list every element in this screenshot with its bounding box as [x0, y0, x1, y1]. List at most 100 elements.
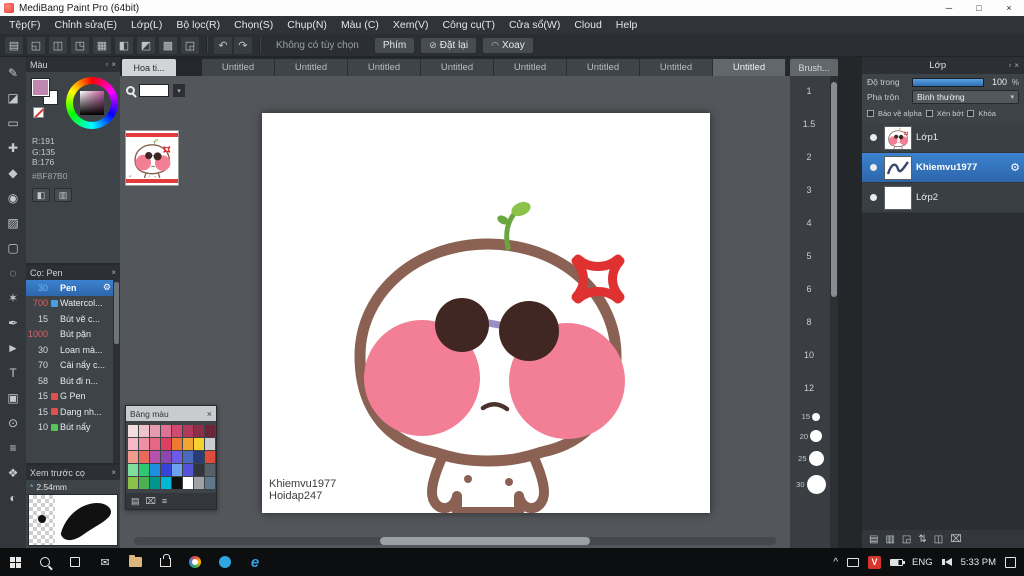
- palette-color[interactable]: [149, 425, 160, 437]
- export-icon[interactable]: ◳: [70, 35, 90, 55]
- redo-icon[interactable]: ↷: [233, 35, 253, 55]
- taskbar-search-button[interactable]: [30, 548, 60, 576]
- scrollbar-thumb[interactable]: [380, 537, 590, 545]
- tab-brush-sizes[interactable]: Brush...: [790, 59, 838, 76]
- action-center-icon[interactable]: [1005, 556, 1016, 568]
- file-explorer-button[interactable]: [120, 548, 150, 576]
- brush-size-option[interactable]: 15: [798, 412, 820, 421]
- panel-tool[interactable]: ≡: [2, 435, 24, 460]
- close-panel-icon[interactable]: ×: [111, 268, 116, 277]
- palette-color[interactable]: [127, 425, 138, 437]
- saturation-value-square[interactable]: [80, 91, 104, 115]
- palette-color[interactable]: [193, 438, 204, 450]
- color-wheel[interactable]: [66, 77, 118, 129]
- keys-button[interactable]: Phím: [373, 36, 416, 54]
- palette-color[interactable]: [160, 425, 171, 437]
- chrome-app-button[interactable]: [180, 548, 210, 576]
- clock[interactable]: 5:33 PM: [961, 557, 996, 568]
- palette-color[interactable]: [182, 451, 193, 463]
- canvas-workspace[interactable]: ▾ Khiemvu1977 Hoidap247 Bảng màu × ▤ ⌧ ≡: [120, 76, 790, 548]
- float-panel-icon[interactable]: ▫: [1008, 61, 1011, 70]
- palette-color[interactable]: [171, 477, 182, 489]
- menu-item[interactable]: Bộ lọc(R): [169, 16, 227, 34]
- delete-color-icon[interactable]: ⌧: [146, 496, 156, 507]
- brush-item[interactable]: 1000 Bút pặn: [26, 327, 120, 343]
- palette-color[interactable]: [182, 477, 193, 489]
- grid-icon[interactable]: ▦: [92, 35, 112, 55]
- layer-row[interactable]: Lớp1: [862, 123, 1024, 153]
- brush-size-option[interactable]: 20: [796, 430, 822, 442]
- battery-icon[interactable]: [890, 558, 906, 566]
- document-tab[interactable]: Untitled: [640, 59, 713, 76]
- blue-app-button[interactable]: [210, 548, 240, 576]
- palette-color[interactable]: [138, 438, 149, 450]
- open-icon[interactable]: ◱: [26, 35, 46, 55]
- document-tab[interactable]: Untitled: [494, 59, 567, 76]
- palette-color[interactable]: [204, 451, 215, 463]
- edge-app-button[interactable]: e: [240, 548, 270, 576]
- material-search-input[interactable]: [139, 84, 169, 97]
- eraser-tool[interactable]: ◪: [2, 85, 24, 110]
- palette-color[interactable]: [138, 451, 149, 463]
- gradient-tool[interactable]: ▨: [2, 210, 24, 235]
- palette-color[interactable]: [149, 438, 160, 450]
- palette-color[interactable]: [149, 464, 160, 476]
- palette-color[interactable]: [149, 451, 160, 463]
- brush-item[interactable]: 15 G Pen: [26, 389, 120, 405]
- palette-color[interactable]: [127, 451, 138, 463]
- reset-view-button[interactable]: ⊘ Đặt lại: [420, 36, 478, 54]
- menu-item[interactable]: Lớp(L): [124, 16, 169, 34]
- palette-color[interactable]: [127, 477, 138, 489]
- palette-color[interactable]: [171, 451, 182, 463]
- palette-color[interactable]: [149, 477, 160, 489]
- transparent-color-swatch[interactable]: [33, 107, 44, 118]
- canvas-horizontal-scrollbar[interactable]: [134, 537, 776, 545]
- select-tool[interactable]: ▢: [2, 235, 24, 260]
- move-layer-icon[interactable]: ⇅: [918, 534, 926, 545]
- rotate-view-button[interactable]: ◠ Xoay: [482, 36, 534, 54]
- palette-color[interactable]: [160, 438, 171, 450]
- palette-swatch-icon[interactable]: ▥: [54, 188, 72, 202]
- float-panel-icon[interactable]: ▫: [105, 60, 108, 69]
- tray-expand-icon[interactable]: ^: [833, 557, 838, 568]
- blend-mode-select[interactable]: Bình thường ▾: [912, 90, 1019, 104]
- document-tab[interactable]: Untitled: [202, 59, 275, 76]
- new-canvas-icon[interactable]: ▤: [4, 35, 24, 55]
- palette-color[interactable]: [171, 438, 182, 450]
- operation-tool[interactable]: ►: [2, 335, 24, 360]
- mirror-icon[interactable]: ◩: [136, 35, 156, 55]
- menu-item[interactable]: Chụp(N): [280, 16, 334, 34]
- frame-tool[interactable]: ▣: [2, 385, 24, 410]
- marquee-tool[interactable]: ▭: [2, 110, 24, 135]
- task-view-button[interactable]: [60, 548, 90, 576]
- palette-color[interactable]: [193, 451, 204, 463]
- pen-tool[interactable]: ✒: [2, 310, 24, 335]
- snap-icon[interactable]: ◧: [114, 35, 134, 55]
- store-app-button[interactable]: [150, 548, 180, 576]
- eyedropper-tool[interactable]: ⊙: [2, 410, 24, 435]
- lasso-tool[interactable]: ◌: [2, 260, 24, 285]
- unikey-icon[interactable]: V: [868, 555, 882, 569]
- tab-materials[interactable]: Hoa ti...: [122, 59, 176, 76]
- text-tool[interactable]: T: [2, 360, 24, 385]
- divide-tool[interactable]: ❖: [2, 460, 24, 485]
- close-panel-icon[interactable]: ×: [1014, 61, 1019, 70]
- document-tab[interactable]: Untitled: [348, 59, 421, 76]
- palette-color[interactable]: [127, 464, 138, 476]
- document-tab[interactable]: Untitled: [275, 59, 348, 76]
- brush-item[interactable]: 15 Bút vẽ c...: [26, 311, 120, 327]
- palette-color[interactable]: [204, 464, 215, 476]
- brush-tool[interactable]: ✎: [2, 60, 24, 85]
- brush-item[interactable]: 30 Loan mà...: [26, 342, 120, 358]
- layer-folder-icon[interactable]: ▥: [885, 534, 894, 545]
- menu-item[interactable]: Cửa sổ(W): [502, 16, 567, 34]
- delete-layer-icon[interactable]: ⌧: [950, 534, 962, 545]
- layer-visibility-toggle[interactable]: [866, 194, 880, 201]
- layer-visibility-toggle[interactable]: [866, 164, 880, 171]
- foreground-color-swatch[interactable]: [32, 79, 49, 96]
- brush-settings-icon[interactable]: ⚙: [103, 282, 111, 293]
- palette-menu-icon[interactable]: ≡: [162, 496, 167, 506]
- move-tool[interactable]: ✚: [2, 135, 24, 160]
- brush-item[interactable]: 15 Dạng nh...: [26, 404, 120, 420]
- palette-color[interactable]: [171, 425, 182, 437]
